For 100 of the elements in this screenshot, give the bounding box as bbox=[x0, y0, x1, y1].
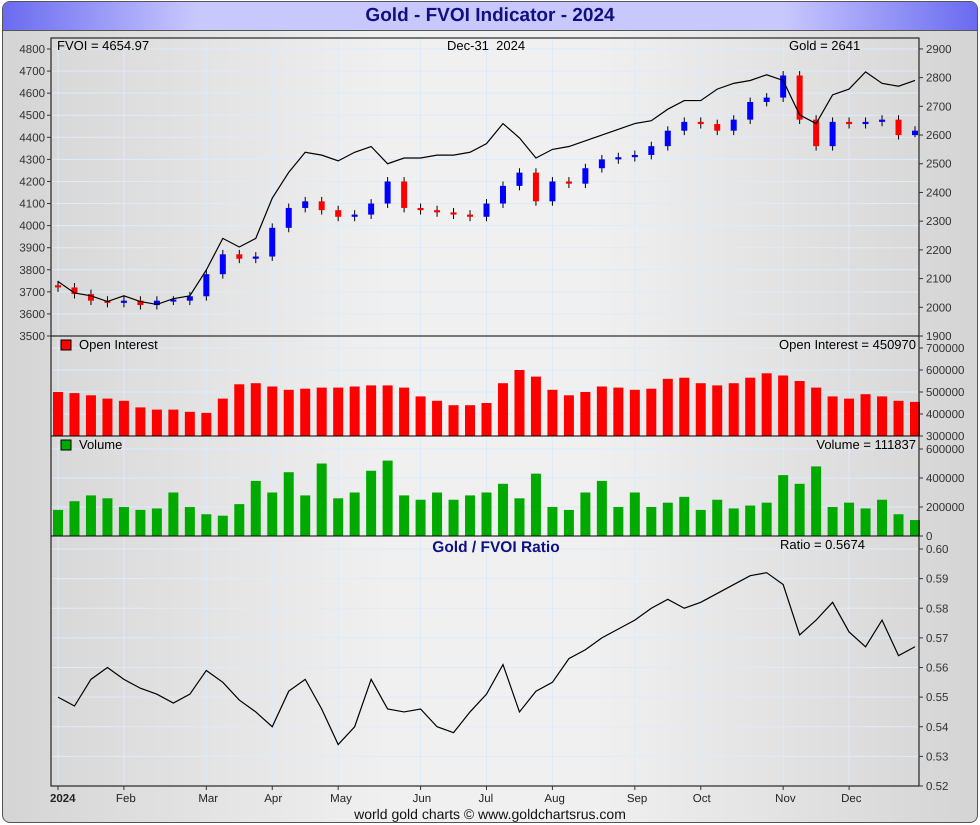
volume-bar bbox=[514, 498, 524, 536]
axis-label: 2500 bbox=[926, 158, 952, 171]
price-candle bbox=[532, 168, 539, 206]
open-interest-bar bbox=[860, 394, 871, 436]
open-interest-bar bbox=[547, 390, 558, 436]
volume-bar bbox=[712, 500, 722, 536]
open-interest-bar bbox=[778, 376, 788, 436]
volume-bar bbox=[53, 510, 63, 536]
axis-label: 2100 bbox=[926, 274, 952, 286]
axis-label: Apr bbox=[264, 793, 282, 805]
volume-bar bbox=[267, 492, 278, 536]
volume-bar bbox=[250, 480, 261, 536]
page-title: Gold - FVOI Indicator - 2024 bbox=[3, 2, 977, 31]
price-candle bbox=[500, 180, 506, 208]
price-candle bbox=[598, 154, 605, 174]
price-candle bbox=[879, 114, 886, 127]
price-candle bbox=[450, 207, 457, 220]
open-interest-bar bbox=[530, 376, 541, 436]
open-interest-bar bbox=[201, 412, 212, 436]
open-interest-bar bbox=[333, 388, 344, 436]
price-candle bbox=[55, 280, 61, 292]
volume-bar bbox=[498, 484, 508, 536]
price-candle bbox=[368, 198, 374, 220]
open-interest-bar bbox=[250, 383, 261, 436]
price-candle bbox=[252, 252, 259, 264]
axis-label: 4400 bbox=[19, 132, 45, 144]
axis-label: 2900 bbox=[926, 44, 952, 56]
volume-bar bbox=[662, 502, 673, 536]
price-candle bbox=[730, 114, 737, 136]
legend-label: Open Interest bbox=[79, 337, 158, 352]
open-interest-bar bbox=[712, 385, 722, 436]
price-candle bbox=[698, 116, 704, 129]
open-interest-bar bbox=[828, 396, 838, 436]
axis-label: 2300 bbox=[926, 216, 952, 228]
open-interest-bar bbox=[86, 395, 96, 436]
axis-label: 0.56 bbox=[926, 662, 948, 674]
legend-square-icon bbox=[60, 340, 72, 350]
open-interest-bar bbox=[811, 388, 822, 436]
open-interest-bar bbox=[894, 400, 904, 436]
price-candle bbox=[154, 296, 160, 310]
axis-label: 4300 bbox=[19, 154, 45, 166]
price-candle bbox=[467, 210, 474, 222]
legend-label: Volume bbox=[79, 437, 122, 452]
volume-bar bbox=[366, 470, 376, 536]
axis-label: 2400 bbox=[926, 187, 952, 200]
volume-bar bbox=[448, 500, 459, 536]
ratio-chart-title: Gold / FVOI Ratio bbox=[432, 539, 560, 556]
open-interest-bar bbox=[662, 378, 673, 436]
price-reading: Gold = 2641 bbox=[789, 38, 860, 53]
open-interest-bar bbox=[135, 407, 146, 436]
price-candle bbox=[71, 282, 78, 299]
volume-bar bbox=[168, 492, 178, 536]
axis-label: 2024 bbox=[50, 793, 76, 805]
open-interest-bar bbox=[168, 410, 178, 436]
price-candle bbox=[186, 291, 193, 306]
price-candle bbox=[714, 119, 720, 136]
price-candle bbox=[813, 114, 820, 152]
volume-bar bbox=[118, 507, 129, 536]
open-interest-bar bbox=[152, 410, 162, 436]
axis-label: 4000 bbox=[19, 220, 45, 233]
price-candle bbox=[236, 249, 242, 264]
axis-label: 2200 bbox=[926, 244, 952, 257]
open-interest-bar bbox=[745, 378, 756, 436]
open-interest-bar bbox=[696, 383, 706, 436]
volume-bar bbox=[564, 510, 574, 536]
open-interest-bar bbox=[564, 395, 574, 436]
volume-bar bbox=[580, 492, 590, 536]
volume-bar bbox=[530, 474, 541, 536]
open-interest-bar bbox=[762, 373, 772, 436]
open-interest-bar bbox=[53, 392, 63, 436]
open-interest-bar bbox=[646, 388, 656, 436]
volume-bar bbox=[416, 500, 426, 536]
open-interest-bar bbox=[580, 392, 590, 436]
axis-label: 0.58 bbox=[926, 603, 948, 616]
price-candle bbox=[516, 168, 522, 191]
open-interest-bar bbox=[596, 386, 607, 436]
price-candle bbox=[664, 126, 671, 152]
axis-label: 0.53 bbox=[926, 751, 948, 764]
price-candle bbox=[203, 269, 210, 302]
axis-label: 4800 bbox=[19, 44, 45, 56]
axis-label: 0.55 bbox=[926, 692, 948, 704]
price-candle bbox=[401, 176, 408, 213]
volume-bar bbox=[350, 492, 360, 536]
volume-bar bbox=[201, 514, 212, 536]
price-candle bbox=[88, 289, 94, 306]
price-candle bbox=[220, 249, 226, 280]
price-candle bbox=[796, 70, 803, 125]
axis-label: 0.60 bbox=[926, 544, 948, 556]
volume-bar bbox=[910, 520, 920, 536]
open-interest-bar bbox=[514, 370, 524, 436]
volume-bar bbox=[86, 495, 96, 536]
price-candle bbox=[434, 205, 440, 218]
axis-label: 4700 bbox=[19, 66, 45, 78]
volume-bar bbox=[679, 496, 690, 536]
axis-label: 3700 bbox=[19, 286, 45, 299]
volume-bar bbox=[811, 466, 822, 536]
price-candle bbox=[615, 152, 622, 164]
open-interest-bar bbox=[465, 405, 476, 436]
open-interest-bar bbox=[630, 390, 640, 436]
price-candle bbox=[137, 296, 144, 310]
